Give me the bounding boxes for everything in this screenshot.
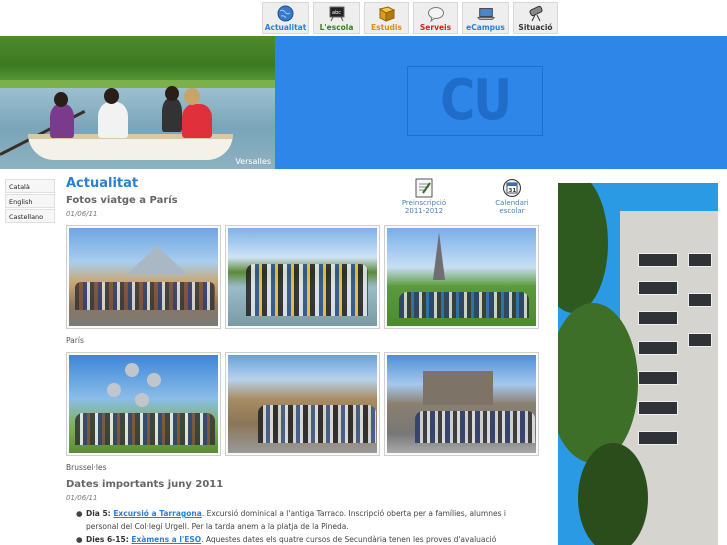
school-logo[interactable]: CU — [407, 66, 543, 136]
lang-catala[interactable]: Català — [5, 179, 55, 193]
gallery-thumb[interactable] — [66, 352, 221, 456]
article-title[interactable]: Dates importants juny 2011 — [66, 479, 223, 490]
quick-link-label: escolar — [499, 206, 525, 215]
item-prefix: Dies 6-15: — [86, 535, 132, 544]
list-item: ● Dia 5: Excursió a Tarragona. Excursió … — [76, 509, 506, 531]
nav-label: L'escola — [319, 23, 354, 32]
calendari-link[interactable]: 31 Calendari escolar — [484, 178, 540, 215]
page: Actualitat abc L'escola Estudis Serveis … — [0, 0, 727, 545]
book-icon — [378, 5, 396, 22]
nav-lescola[interactable]: abc L'escola — [313, 2, 360, 34]
nav-label: Situació — [518, 23, 553, 32]
lang-castellano[interactable]: Castellano — [5, 209, 55, 223]
header-banner: Versalles CU — [0, 36, 727, 169]
gallery-thumb[interactable] — [384, 352, 539, 456]
language-menu: Català English Castellano — [5, 179, 55, 224]
nav-ecampus[interactable]: eCampus — [462, 2, 509, 34]
nav-label: Actualitat — [264, 23, 307, 32]
article-date: 01/06/11 — [66, 210, 98, 218]
gallery-caption: París — [66, 336, 84, 345]
main-content: Actualitat Preinscripció 2011-2012 31 Ca… — [62, 170, 546, 545]
gallery-thumb[interactable] — [66, 225, 221, 329]
excursio-tarragona-link[interactable]: Excursió a Tarragona — [113, 509, 202, 518]
speech-bubble-icon — [427, 5, 445, 22]
chalkboard-icon: abc — [328, 5, 346, 22]
gallery-caption: Brussel·les — [66, 463, 107, 472]
side-photo — [558, 183, 718, 545]
quick-link-label: 2011-2012 — [404, 206, 444, 215]
preinscripcio-link[interactable]: Preinscripció 2011-2012 — [396, 178, 452, 215]
section-title: Actualitat — [66, 176, 139, 191]
top-nav: Actualitat abc L'escola Estudis Serveis … — [262, 2, 558, 34]
nav-actualitat[interactable]: Actualitat — [262, 2, 309, 34]
laptop-icon — [476, 5, 495, 22]
lang-english[interactable]: English — [5, 194, 55, 208]
article-date: 01/06/11 — [66, 494, 98, 502]
item-prefix: Dia 5: — [86, 509, 114, 518]
telescope-icon — [527, 5, 545, 22]
photo-gallery-brussels — [66, 352, 539, 456]
nav-label: eCampus — [466, 23, 505, 32]
svg-text:31: 31 — [509, 188, 517, 194]
item-text: . Aquestes dates els quatre cursos de Se… — [201, 535, 497, 544]
nav-serveis[interactable]: Serveis — [413, 2, 458, 34]
logo-text: CU — [439, 68, 512, 133]
article-title[interactable]: Fotos viatge a París — [66, 195, 178, 206]
calendar-icon: 31 — [503, 179, 521, 197]
nav-label: Estudis — [371, 23, 402, 32]
banner-photo: Versalles — [0, 36, 275, 169]
examens-eso-link[interactable]: Exàmens a l'ESO — [131, 535, 201, 544]
form-icon — [415, 178, 433, 198]
svg-text:abc: abc — [332, 10, 341, 16]
list-item: ● Dies 6-15: Exàmens a l'ESO. Aquestes d… — [76, 535, 497, 544]
gallery-thumb[interactable] — [384, 225, 539, 329]
photo-caption: Versalles — [235, 157, 271, 166]
nav-situacio[interactable]: Situació — [513, 2, 558, 34]
gallery-thumb[interactable] — [225, 352, 380, 456]
nav-estudis[interactable]: Estudis — [364, 2, 409, 34]
globe-icon — [277, 5, 295, 22]
nav-label: Serveis — [419, 23, 452, 32]
photo-gallery-paris — [66, 225, 539, 329]
gallery-thumb[interactable] — [225, 225, 380, 329]
